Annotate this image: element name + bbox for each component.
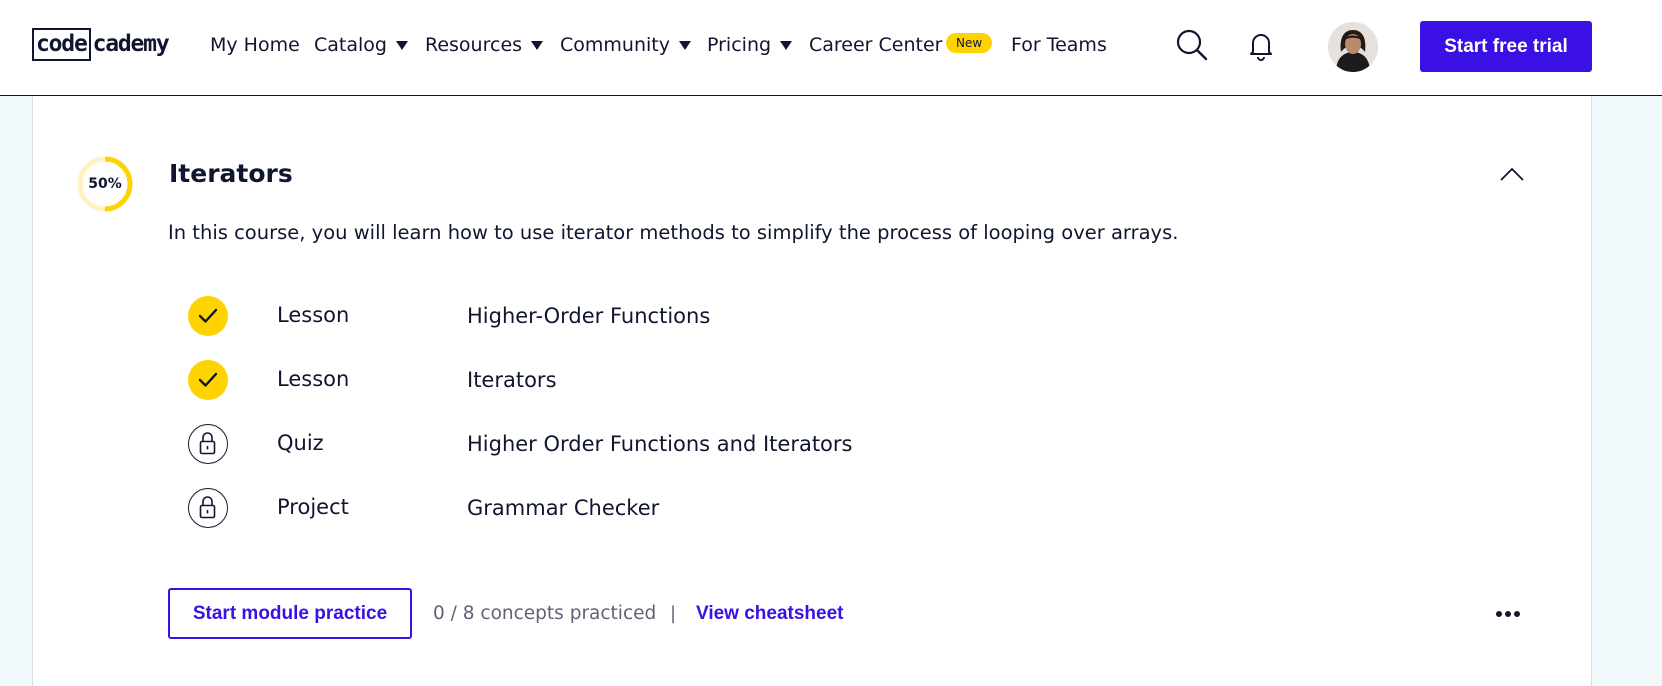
start-free-trial-button[interactable]: Start free trial bbox=[1420, 21, 1592, 72]
progress-percent: 50% bbox=[88, 176, 122, 192]
nav-resources-label: Resources bbox=[425, 34, 523, 56]
new-badge: New bbox=[946, 33, 993, 53]
nav-career-center[interactable]: Career Center bbox=[809, 31, 942, 59]
content-item-project[interactable]: Project Grammar Checker bbox=[188, 488, 988, 528]
top-navigation-bar: code cademy My Home Catalog Resources Com… bbox=[0, 0, 1662, 96]
user-avatar[interactable] bbox=[1328, 22, 1378, 72]
content-item-title: Iterators bbox=[467, 368, 557, 392]
nav-community[interactable]: Community bbox=[560, 31, 691, 59]
nav-catalog[interactable]: Catalog bbox=[314, 31, 408, 59]
check-icon bbox=[188, 296, 228, 336]
start-module-practice-button[interactable]: Start module practice bbox=[168, 588, 412, 639]
caret-down-icon bbox=[678, 40, 691, 50]
lock-icon bbox=[188, 424, 228, 464]
module-title: Iterators bbox=[169, 159, 293, 188]
view-cheatsheet-link[interactable]: View cheatsheet bbox=[696, 600, 844, 628]
logo-rest-text: cademy bbox=[92, 30, 170, 57]
module-description: In this course, you will learn how to us… bbox=[168, 221, 1179, 244]
footer-separator: | bbox=[670, 603, 677, 624]
search-icon[interactable] bbox=[1175, 28, 1209, 62]
content-item-iterators[interactable]: Lesson Iterators bbox=[188, 360, 988, 400]
bell-icon[interactable] bbox=[1244, 28, 1278, 62]
caret-down-icon bbox=[395, 40, 408, 50]
content-item-title: Higher-Order Functions bbox=[467, 304, 711, 328]
lock-icon bbox=[188, 488, 228, 528]
codecademy-logo[interactable]: code cademy bbox=[32, 27, 170, 61]
nav-my-home[interactable]: My Home bbox=[210, 31, 300, 59]
content-item-higher-order-functions[interactable]: Lesson Higher-Order Functions bbox=[188, 296, 988, 336]
logo-boxed-text: code bbox=[32, 27, 91, 61]
nav-pricing[interactable]: Pricing bbox=[707, 31, 793, 59]
content-item-type: Project bbox=[277, 495, 349, 519]
nav-for-teams-label: For Teams bbox=[1011, 34, 1107, 56]
nav-pricing-label: Pricing bbox=[707, 34, 772, 56]
module-card: 50% Iterators In this course, you will l… bbox=[32, 96, 1592, 686]
caret-down-icon bbox=[780, 40, 793, 50]
content-item-type: Lesson bbox=[277, 303, 350, 327]
nav-catalog-label: Catalog bbox=[314, 34, 387, 56]
chevron-up-icon[interactable] bbox=[1499, 166, 1525, 182]
content-item-title: Higher Order Functions and Iterators bbox=[467, 432, 853, 456]
caret-down-icon bbox=[531, 40, 544, 50]
nav-my-home-label: My Home bbox=[210, 34, 300, 56]
content-item-quiz[interactable]: Quiz Higher Order Functions and Iterator… bbox=[188, 424, 988, 464]
more-options-icon[interactable] bbox=[1493, 602, 1523, 626]
nav-community-label: Community bbox=[560, 34, 670, 56]
nav-resources[interactable]: Resources bbox=[425, 31, 544, 59]
content-item-type: Quiz bbox=[277, 431, 324, 455]
check-icon bbox=[188, 360, 228, 400]
content-item-title: Grammar Checker bbox=[467, 496, 660, 520]
content-item-type: Lesson bbox=[277, 367, 350, 391]
concepts-practiced-count: 0 / 8 concepts practiced bbox=[433, 603, 657, 624]
nav-career-center-label: Career Center bbox=[809, 34, 943, 56]
nav-for-teams[interactable]: For Teams bbox=[1011, 31, 1107, 59]
